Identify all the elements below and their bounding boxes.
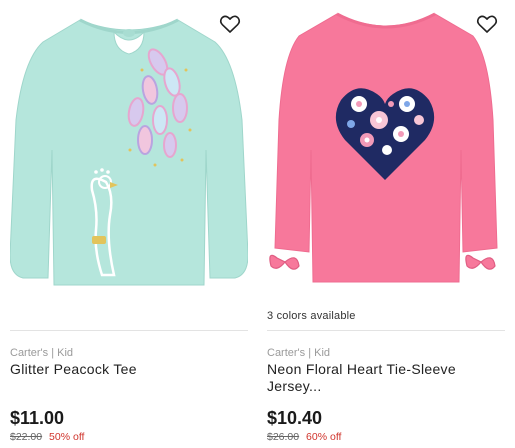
product-price: $10.40 (267, 408, 323, 428)
shirt-image (10, 18, 248, 286)
price-details: $26.00 60% off (267, 431, 341, 443)
original-price: $22.00 (10, 431, 43, 443)
favorite-button[interactable] (475, 12, 499, 36)
product-name[interactable]: Neon Floral Heart Tie-Sleeve Jersey... (267, 361, 497, 395)
price-details: $22.00 50% off (10, 431, 84, 443)
product-card[interactable]: 3 colors available Carter's | Kid Neon F… (267, 0, 505, 448)
card-divider (10, 330, 248, 331)
product-price: $11.00 (10, 408, 65, 428)
discount-label: 50% off (49, 431, 85, 443)
colors-available[interactable]: 3 colors available (267, 310, 356, 322)
original-price: $26.00 (267, 431, 300, 443)
product-brand: Carter's | Kid (267, 347, 331, 359)
discount-label: 60% off (306, 431, 342, 443)
card-divider (267, 330, 505, 331)
heart-outline-icon (219, 15, 241, 33)
product-card[interactable]: Carter's | Kid Glitter Peacock Tee $11.0… (10, 0, 248, 448)
product-name[interactable]: Glitter Peacock Tee (10, 361, 240, 378)
favorite-button[interactable] (218, 12, 242, 36)
product-image[interactable] (10, 0, 248, 290)
heart-outline-icon (476, 15, 498, 33)
shirt-image (269, 12, 498, 283)
product-brand: Carter's | Kid (10, 347, 74, 359)
product-grid: Carter's | Kid Glitter Peacock Tee $11.0… (0, 0, 515, 448)
product-image[interactable] (267, 0, 505, 290)
